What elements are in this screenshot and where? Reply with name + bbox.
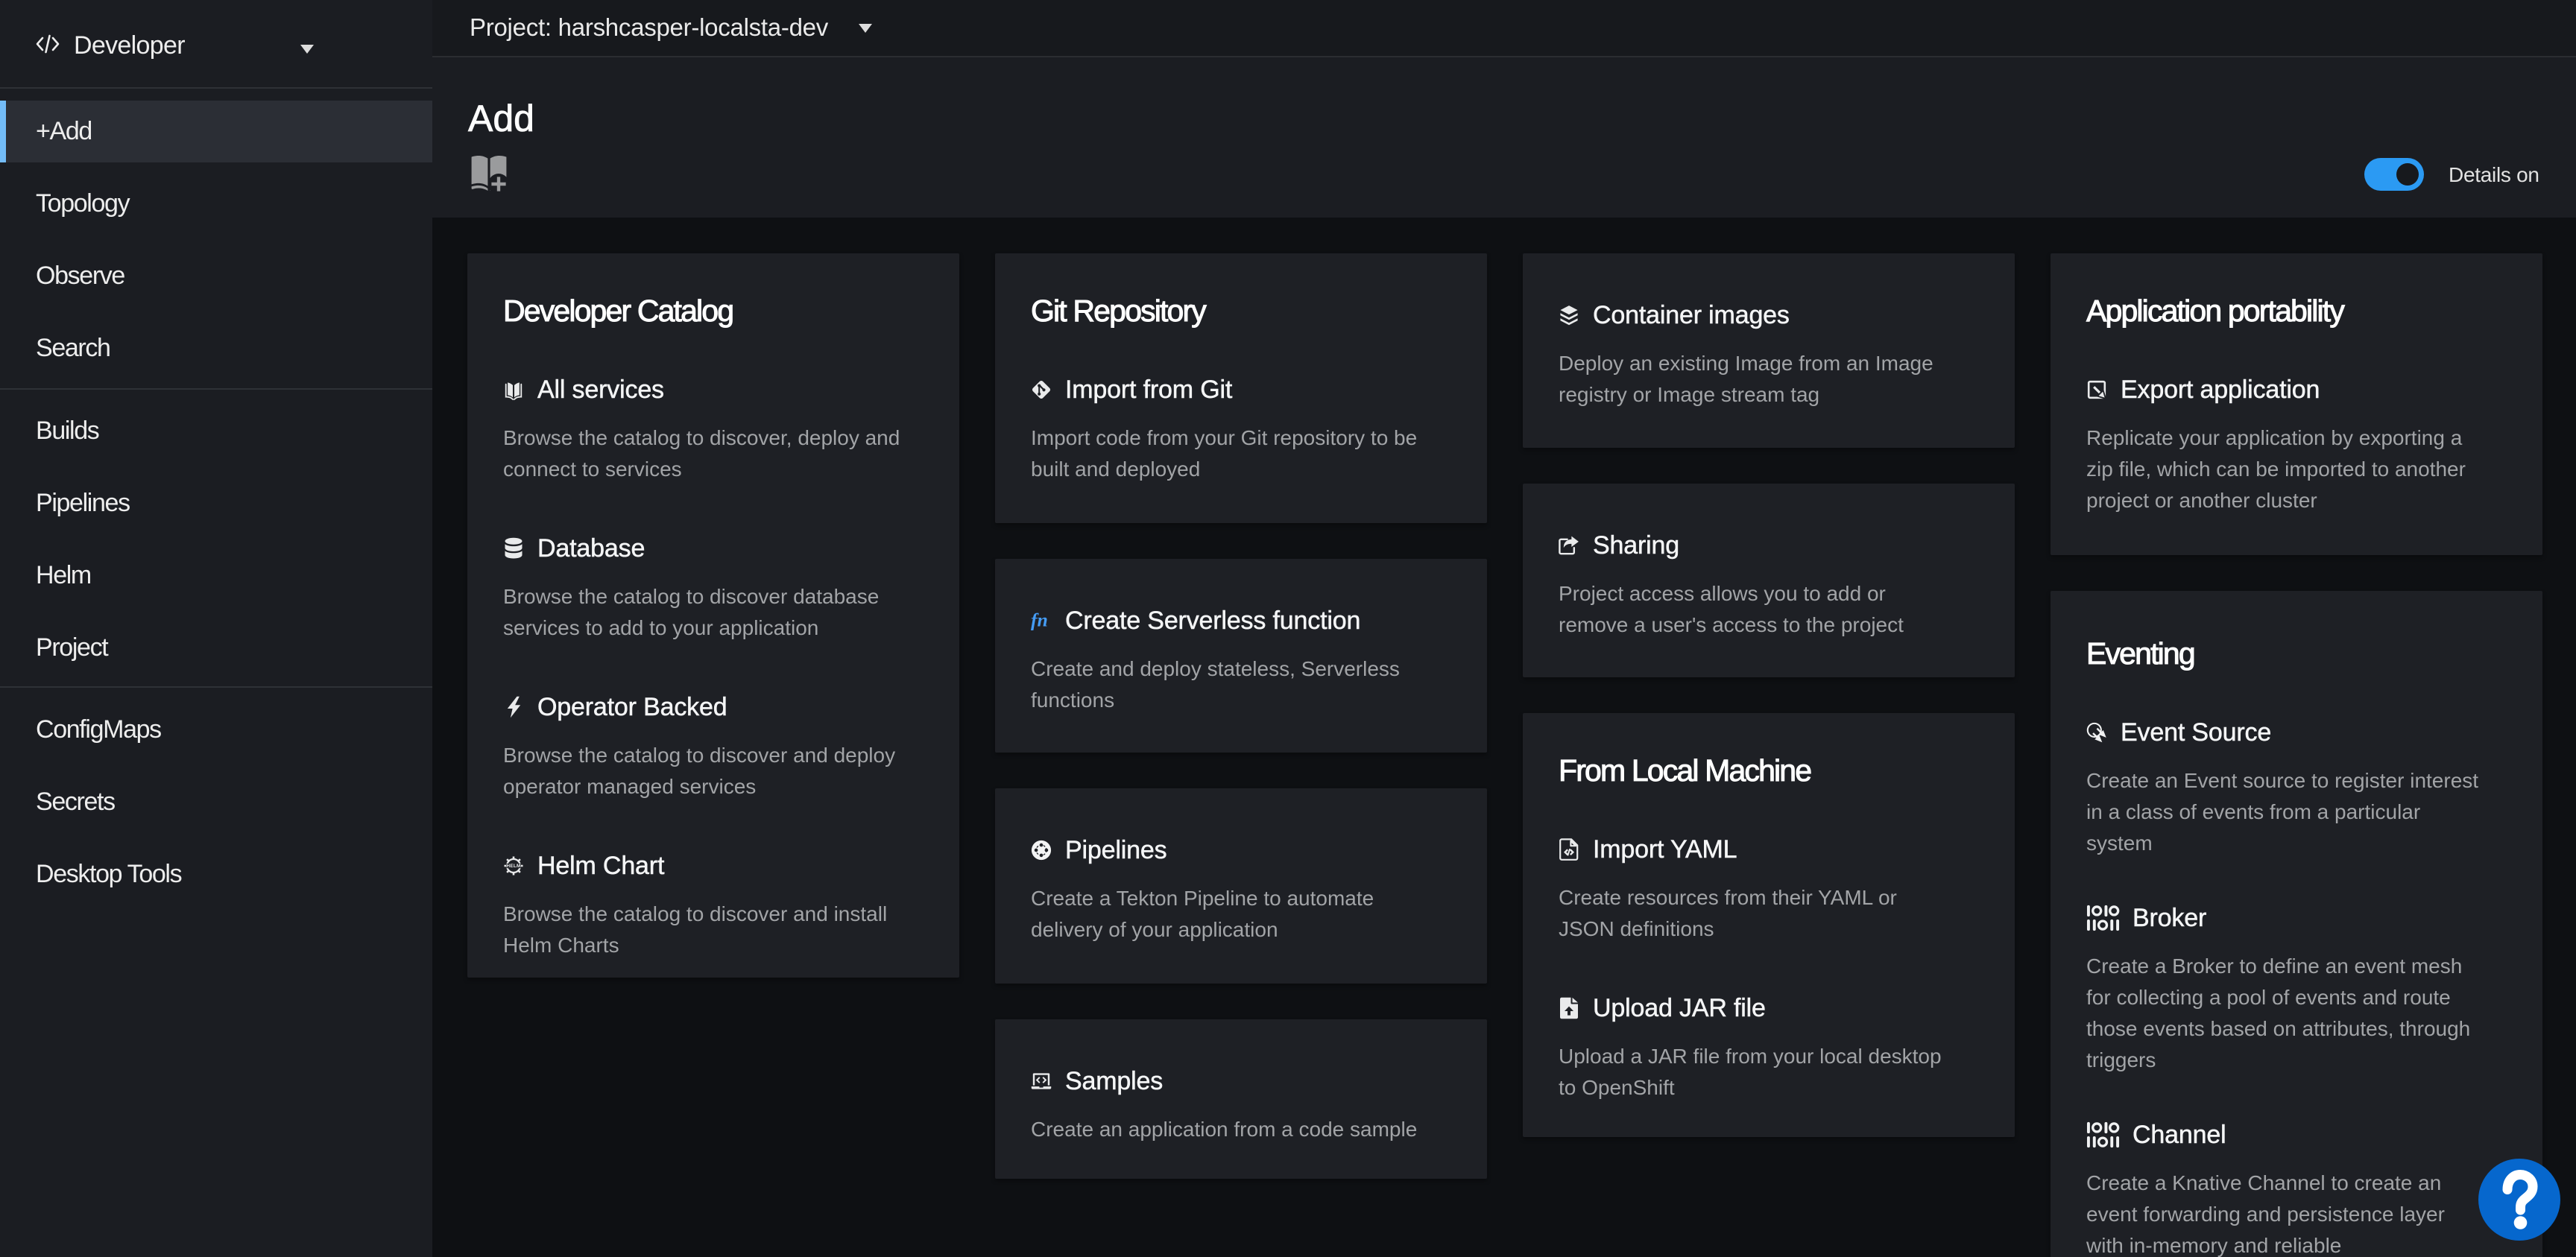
svg-text:fn: fn xyxy=(1031,609,1048,630)
svg-text:HELM: HELM xyxy=(506,864,520,869)
